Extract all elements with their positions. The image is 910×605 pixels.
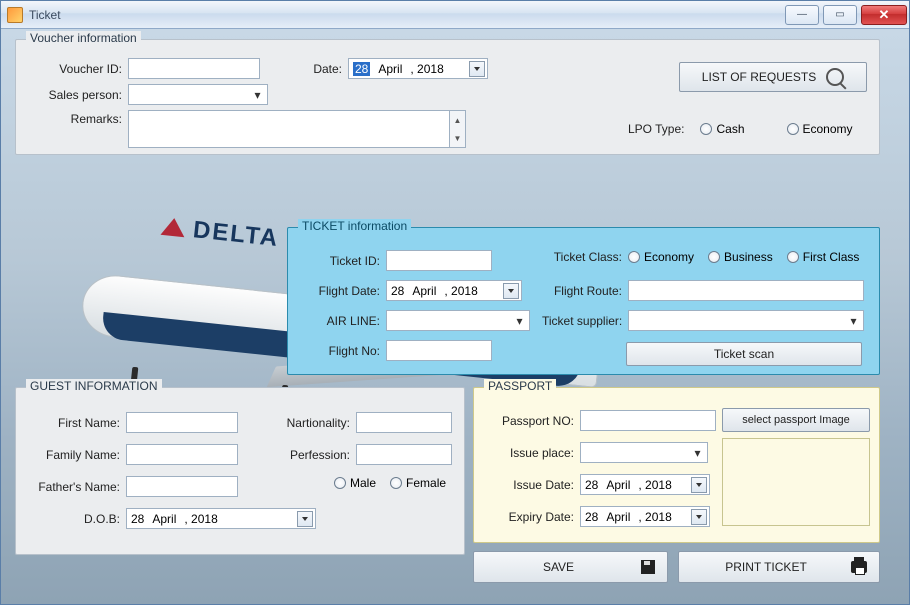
first-name-input[interactable] bbox=[126, 412, 238, 433]
guest-groupbox: GUEST INFORMATION First Name: Family Nam… bbox=[15, 387, 465, 555]
window-title: Ticket bbox=[29, 8, 61, 22]
select-passport-image-button[interactable]: select passport Image bbox=[722, 408, 870, 432]
ticket-scan-button[interactable]: Ticket scan bbox=[626, 342, 862, 366]
list-of-requests-button[interactable]: LIST OF REQUESTS bbox=[679, 62, 867, 92]
calendar-icon bbox=[503, 283, 519, 299]
guest-legend: GUEST INFORMATION bbox=[26, 379, 162, 393]
issue-place-label: Issue place: bbox=[484, 446, 574, 460]
lpo-economy-radio[interactable]: Economy bbox=[787, 122, 853, 136]
calendar-icon bbox=[691, 509, 707, 525]
search-icon bbox=[826, 68, 844, 86]
lpo-cash-radio[interactable]: Cash bbox=[700, 122, 744, 136]
form-body: DELTA Voucher information Voucher ID: Sa… bbox=[1, 29, 909, 604]
minimize-button[interactable]: — bbox=[785, 5, 819, 25]
window: Ticket — ▭ ✕ DELTA Voucher information V… bbox=[0, 0, 910, 605]
passport-legend: PASSPORT bbox=[484, 379, 556, 393]
airline-combo[interactable]: ▾ bbox=[386, 310, 530, 331]
voucher-groupbox: Voucher information Voucher ID: Sales pe… bbox=[15, 39, 880, 155]
maximize-button[interactable]: ▭ bbox=[823, 5, 857, 25]
first-name-label: First Name: bbox=[28, 416, 120, 430]
ticket-legend: TICKET information bbox=[298, 219, 411, 233]
issue-date-label: Issue Date: bbox=[484, 478, 574, 492]
passport-groupbox: PASSPORT Passport NO: select passport Im… bbox=[473, 387, 880, 543]
airplane-brand: DELTA bbox=[192, 216, 281, 252]
ticket-supplier-combo[interactable]: ▾ bbox=[628, 310, 864, 331]
flight-route-input[interactable] bbox=[628, 280, 864, 301]
family-name-input[interactable] bbox=[126, 444, 238, 465]
issue-date-picker[interactable]: 28 April 2018 bbox=[580, 474, 710, 495]
expiry-date-label: Expiry Date: bbox=[484, 510, 574, 524]
voucher-id-input[interactable] bbox=[128, 58, 260, 79]
flight-date-label: Flight Date: bbox=[302, 284, 380, 298]
flight-date-picker[interactable]: 28 April 2018 bbox=[386, 280, 522, 301]
date-day: 28 bbox=[353, 62, 370, 76]
expiry-date-picker[interactable]: 28 April 2018 bbox=[580, 506, 710, 527]
gender-female-radio[interactable]: Female bbox=[390, 476, 446, 490]
issue-place-combo[interactable]: ▾ bbox=[580, 442, 708, 463]
family-name-label: Family Name: bbox=[28, 448, 120, 462]
ticket-id-label: Ticket ID: bbox=[302, 254, 380, 268]
app-icon bbox=[7, 7, 23, 23]
lpo-type-label: LPO Type: bbox=[628, 122, 684, 136]
chevron-down-icon: ▾ bbox=[690, 443, 705, 462]
list-of-requests-label: LIST OF REQUESTS bbox=[702, 70, 816, 84]
ticket-class-label: Ticket Class: bbox=[542, 250, 622, 264]
flight-no-label: Flight No: bbox=[302, 344, 380, 358]
voucher-legend: Voucher information bbox=[26, 31, 141, 45]
remarks-label: Remarks: bbox=[36, 110, 122, 126]
voucher-date-label: Date: bbox=[306, 62, 342, 76]
passport-no-label: Passport NO: bbox=[484, 414, 574, 428]
chevron-down-icon: ▾ bbox=[512, 311, 527, 330]
printer-icon bbox=[851, 561, 867, 573]
calendar-icon bbox=[469, 61, 485, 77]
class-business-radio[interactable]: Business bbox=[708, 250, 773, 264]
calendar-icon bbox=[691, 477, 707, 493]
chevron-down-icon: ▾ bbox=[846, 311, 861, 330]
calendar-icon bbox=[297, 511, 313, 527]
close-button[interactable]: ✕ bbox=[861, 5, 907, 25]
flight-route-label: Flight Route: bbox=[542, 284, 622, 298]
save-icon bbox=[641, 560, 655, 574]
nationality-label: Nartionality: bbox=[274, 416, 350, 430]
fathers-name-input[interactable] bbox=[126, 476, 238, 497]
date-year: 2018 bbox=[410, 62, 443, 76]
remarks-textarea[interactable] bbox=[128, 110, 450, 148]
gender-male-radio[interactable]: Male bbox=[334, 476, 376, 490]
dob-date-picker[interactable]: 28 April 2018 bbox=[126, 508, 316, 529]
sales-person-label: Sales person: bbox=[36, 88, 122, 102]
class-first-radio[interactable]: First Class bbox=[787, 250, 860, 264]
profession-label: Perfession: bbox=[274, 448, 350, 462]
ticket-supplier-label: Ticket supplier: bbox=[542, 314, 622, 328]
profession-input[interactable] bbox=[356, 444, 452, 465]
class-economy-radio[interactable]: Economy bbox=[628, 250, 694, 264]
nationality-input[interactable] bbox=[356, 412, 452, 433]
remarks-spin[interactable]: ▲▼ bbox=[450, 110, 466, 148]
flight-no-input[interactable] bbox=[386, 340, 492, 361]
dob-label: D.O.B: bbox=[28, 512, 120, 526]
fathers-name-label: Father's Name: bbox=[28, 480, 120, 494]
chevron-down-icon: ▾ bbox=[250, 85, 265, 104]
date-month: April bbox=[378, 62, 402, 76]
ticket-groupbox: TICKET information Ticket ID: Flight Dat… bbox=[287, 227, 880, 375]
passport-image-preview bbox=[722, 438, 870, 526]
voucher-date-picker[interactable]: 28 April 2018 bbox=[348, 58, 488, 79]
ticket-id-input[interactable] bbox=[386, 250, 492, 271]
sales-person-combo[interactable]: ▾ bbox=[128, 84, 268, 105]
airline-label: AIR LINE: bbox=[302, 314, 380, 328]
voucher-id-label: Voucher ID: bbox=[36, 62, 122, 76]
save-button[interactable]: SAVE bbox=[473, 551, 668, 583]
titlebar: Ticket — ▭ ✕ bbox=[1, 1, 909, 29]
print-ticket-button[interactable]: PRINT TICKET bbox=[678, 551, 880, 583]
passport-no-input[interactable] bbox=[580, 410, 716, 431]
